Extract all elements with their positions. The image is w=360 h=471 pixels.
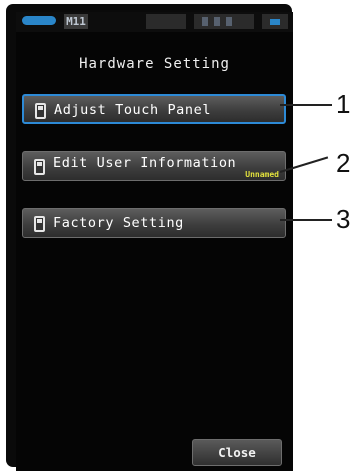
page-title: Hardware Setting <box>79 56 230 72</box>
adjust-touch-panel-button[interactable]: Adjust Touch Panel <box>22 94 286 124</box>
close-button[interactable]: Close <box>192 439 282 466</box>
status-bar: M11 <box>16 12 293 32</box>
battery-icon <box>262 14 288 29</box>
status-segment-label: M11 <box>64 14 88 29</box>
callout-number-3: 3 <box>336 204 351 234</box>
device-frame: M11 Hardware Setting Adjust Touch Panel … <box>6 4 293 471</box>
mode-indicator <box>22 16 56 25</box>
factory-setting-button[interactable]: Factory Setting <box>22 208 286 238</box>
callout-line-1 <box>280 104 332 106</box>
user-name-value: Unnamed <box>245 170 279 179</box>
callout-number-2: 2 <box>336 148 351 178</box>
menu-item-label: Adjust Touch Panel <box>54 102 212 118</box>
menu-item-label: Factory Setting <box>53 215 184 231</box>
status-indicators <box>194 14 254 29</box>
callout-number-1: 1 <box>336 89 351 119</box>
status-box <box>146 14 186 29</box>
edit-user-information-button[interactable]: Edit User Information Unnamed <box>22 151 286 181</box>
callout-line-3 <box>280 219 332 221</box>
menu-item-label: Edit User Information <box>53 155 237 171</box>
device-icon <box>34 216 45 232</box>
device-icon <box>35 103 46 119</box>
device-screen: M11 Hardware Setting Adjust Touch Panel … <box>16 12 293 471</box>
device-icon <box>34 159 45 175</box>
